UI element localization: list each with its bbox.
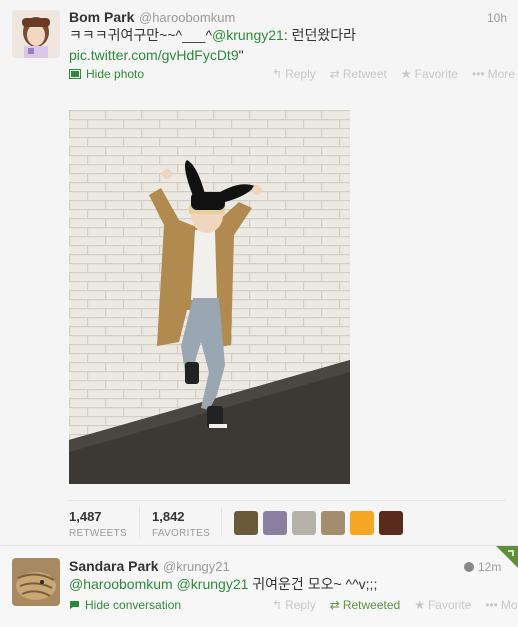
retweet-icon: ⇄ [329, 598, 340, 612]
retweets-count: 1,487 [69, 509, 102, 524]
more-icon: ••• [471, 67, 485, 81]
favorites-stat[interactable]: 1,842 FAVORITES [152, 509, 210, 539]
reply-tweet-card[interactable]: Sandara Park @krungy21 12m @haroobomkum … [0, 546, 518, 627]
author-handle[interactable]: @haroobomkum [139, 10, 235, 25]
retweet-label: Retweet [342, 67, 387, 81]
star-icon: ★ [414, 598, 425, 612]
reply-timestamp[interactable]: 12m [464, 560, 501, 574]
hide-photo-button[interactable]: Hide photo [69, 67, 144, 81]
author-avatar[interactable] [12, 10, 60, 58]
stat-divider [139, 507, 140, 537]
favoriter-avatar[interactable] [292, 511, 316, 535]
favorites-count: 1,842 [152, 509, 185, 524]
tweet-text-prefix: ㅋㅋㅋ귀여구만~~^___^ [69, 27, 213, 43]
reply-button[interactable]: ↰ Reply [272, 598, 316, 612]
more-button[interactable]: ••• More [472, 67, 515, 81]
reply-label: Reply [285, 598, 316, 612]
retweet-icon: ⇄ [329, 67, 340, 81]
reply-mention-1[interactable]: @haroobomkum [69, 576, 173, 592]
cat-avatar-image [12, 558, 60, 606]
tweet-text-suffix: : 런던왔다라 [283, 27, 357, 43]
favoriters-list [234, 511, 403, 535]
reply-author-avatar[interactable] [12, 558, 60, 606]
avatar-image [12, 10, 60, 58]
tweet-photo[interactable] [69, 110, 350, 484]
hide-conversation-button[interactable]: Hide conversation [69, 598, 181, 612]
reply-mention-2[interactable]: @krungy21 [177, 576, 249, 592]
author-name[interactable]: Bom Park [69, 9, 134, 25]
retweeted-button[interactable]: ⇄ Retweeted [330, 598, 400, 612]
reply-label: Reply [285, 67, 316, 81]
photo-icon [69, 69, 81, 79]
conversation-icon [70, 601, 79, 609]
tweet-stats: 1,487 RETWEETS 1,842 FAVORITES [69, 500, 506, 544]
hide-conversation-label: Hide conversation [85, 598, 182, 612]
reply-text: @haroobomkum @krungy21 귀여운건 모오~ ^^v;;; [69, 574, 499, 594]
reply-author-handle[interactable]: @krungy21 [163, 559, 230, 574]
reply-icon: ↰ [272, 598, 283, 612]
stat-divider [221, 507, 222, 537]
reply-button[interactable]: ↰ Reply [272, 67, 316, 81]
favoriter-avatar[interactable] [234, 511, 258, 535]
photo-image [69, 110, 350, 484]
more-label: More [500, 598, 518, 612]
globe-icon [464, 562, 474, 572]
retweeted-label: Retweeted [342, 598, 401, 612]
mention-link[interactable]: @krungy21 [212, 27, 284, 43]
more-button[interactable]: ••• More [485, 598, 518, 612]
more-icon: ••• [485, 598, 498, 612]
reply-author-name[interactable]: Sandara Park [69, 558, 159, 574]
favorite-label: Favorite [414, 67, 458, 81]
favoriter-avatar[interactable] [321, 511, 345, 535]
quote-close: " [238, 47, 244, 63]
favoriter-avatar[interactable] [350, 511, 374, 535]
reply-icon: ↰ [272, 67, 283, 81]
favoriter-avatar[interactable] [379, 511, 403, 535]
favorite-label: Favorite [427, 598, 472, 612]
tweet-card[interactable]: Bom Park @haroobomkum 10h ㅋㅋㅋ귀여구만~~^___^… [0, 0, 518, 546]
favorite-button[interactable]: ★ Favorite [414, 598, 471, 612]
favoriter-avatar[interactable] [263, 511, 287, 535]
reply-body: 귀여운건 모오~ ^^v;;; [248, 576, 378, 592]
media-link[interactable]: pic.twitter.com/gvHdFycDt9 [69, 47, 239, 63]
reply-time-label: 12m [478, 560, 502, 574]
retweets-label: RETWEETS [69, 528, 127, 539]
reply-actions: ↰ Reply ⇄ Retweeted ★ Favorite ••• More [272, 598, 518, 612]
retweets-stat[interactable]: 1,487 RETWEETS [69, 509, 127, 539]
hide-photo-label: Hide photo [86, 67, 145, 81]
favorite-button[interactable]: ★ Favorite [401, 67, 458, 81]
tweet-text: ㅋㅋㅋ귀여구만~~^___^@krungy21: 런던왔다라 pic.twitt… [69, 25, 499, 65]
tweet-timestamp[interactable]: 10h [487, 11, 507, 25]
more-label: More [487, 67, 515, 81]
star-icon: ★ [400, 67, 412, 81]
retweet-button[interactable]: ⇄ Retweet [330, 67, 387, 81]
tweet-actions: ↰ Reply ⇄ Retweet ★ Favorite ••• More [272, 67, 515, 81]
favorites-label: FAVORITES [152, 528, 211, 539]
